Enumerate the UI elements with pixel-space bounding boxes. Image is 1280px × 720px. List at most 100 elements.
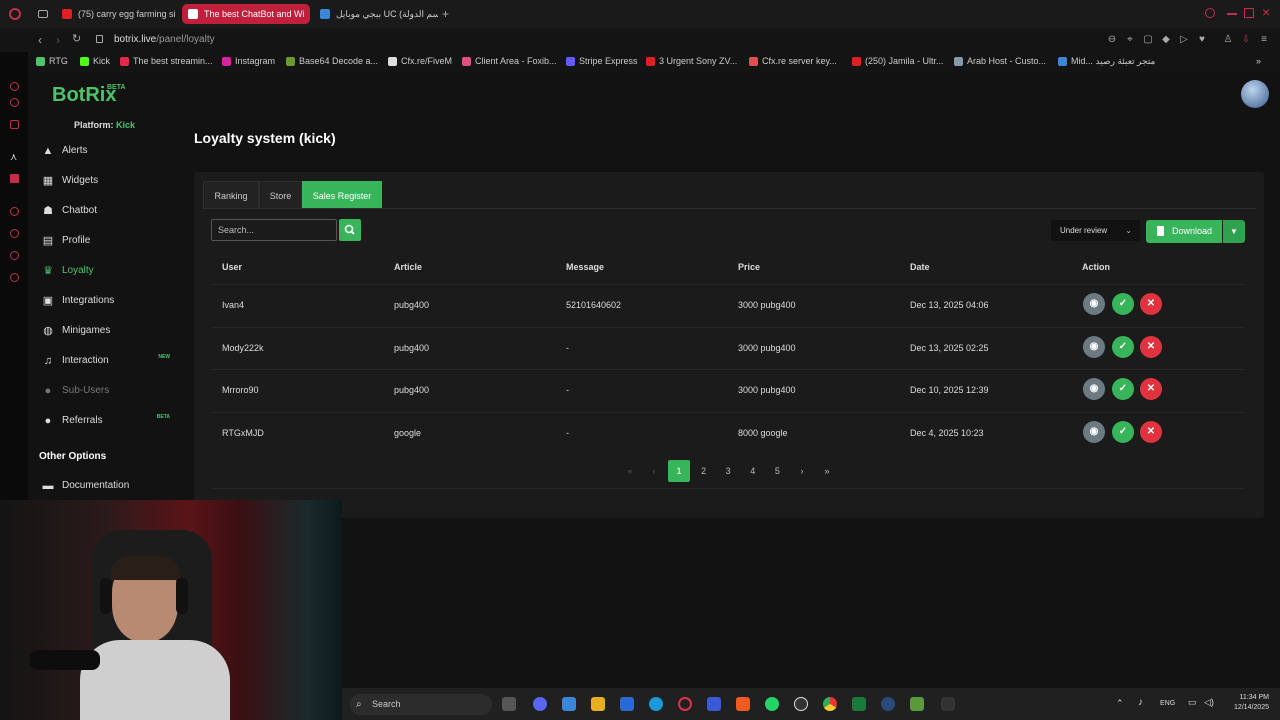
pagination-first-button[interactable]: « <box>619 460 641 482</box>
pagination-page-button[interactable]: 2 <box>693 460 715 482</box>
shield-icon[interactable]: ◆ <box>1161 35 1171 45</box>
view-button[interactable]: ◉ <box>1083 420 1105 443</box>
whatsapp-icon[interactable] <box>765 697 779 711</box>
tab-sales-register[interactable]: Sales Register <box>302 181 382 209</box>
approve-button[interactable]: ✓ <box>1112 335 1134 358</box>
bookmark-item[interactable]: Mid... متجر تعبئة رصيد <box>1058 56 1155 67</box>
sidebar-item-profile[interactable]: ▤ Profile <box>40 232 176 250</box>
sidebar-item-interaction[interactable]: ♫ Interaction NEW <box>40 352 176 370</box>
bookmark-item[interactable]: (250) Jamila - Ultr... <box>852 56 944 66</box>
view-button[interactable]: ◉ <box>1083 378 1105 400</box>
tab-store[interactable]: Store <box>259 181 302 209</box>
back-icon[interactable]: ‹ <box>38 33 42 47</box>
sidebar-item-integrations[interactable]: ▣ Integrations <box>40 292 176 310</box>
reject-button[interactable]: ✕ <box>1140 293 1162 315</box>
maximize-button[interactable] <box>1244 8 1254 18</box>
opera-icon[interactable] <box>678 697 692 711</box>
bookmark-item[interactable]: Instagram <box>222 56 275 66</box>
sidebar-icon-kick[interactable]: ⋏ <box>10 152 17 163</box>
sidebar-item-referrals[interactable]: ● Referrals BETA <box>40 412 176 430</box>
app-icon[interactable] <box>707 697 721 711</box>
brave-icon[interactable] <box>736 697 750 711</box>
search-input[interactable] <box>211 219 337 241</box>
approve-button[interactable]: ✓ <box>1112 378 1134 400</box>
sidebar-icon-3[interactable] <box>10 120 19 129</box>
new-tab-button[interactable]: + <box>442 7 449 21</box>
bookmarks-more-icon[interactable]: » <box>1256 56 1261 66</box>
play-icon[interactable]: ▷ <box>1179 35 1189 45</box>
pagination-page-button[interactable]: 4 <box>742 460 764 482</box>
edge-icon[interactable] <box>649 697 663 711</box>
bookmark-item[interactable]: Cfx.re server key... <box>749 56 837 66</box>
pin-icon[interactable]: ⌖ <box>1125 35 1135 45</box>
language-indicator[interactable]: ENG <box>1160 700 1175 707</box>
search-button[interactable] <box>339 219 361 241</box>
sidebar-item-documentation[interactable]: ▬ Documentation <box>40 477 176 495</box>
store-icon[interactable] <box>620 697 634 711</box>
bookmark-item[interactable]: 3 Urgent Sony ZV... <box>646 56 737 66</box>
microphone-icon[interactable]: ♪ <box>1138 697 1143 708</box>
bookmark-item[interactable]: Stripe Express <box>566 56 638 66</box>
sidebar-icon-history[interactable] <box>10 229 19 238</box>
reject-button[interactable]: ✕ <box>1140 335 1162 358</box>
heart-icon[interactable]: ♥ <box>1197 35 1207 45</box>
pagination-page-button[interactable]: 1 <box>668 460 690 482</box>
browser-tab-3[interactable]: ببجي موبايل UC (اسم الدولة <box>314 4 438 24</box>
account-icon[interactable]: ♙ <box>1223 35 1233 45</box>
xbox-icon[interactable] <box>852 697 866 711</box>
discord-icon[interactable] <box>533 697 547 711</box>
sidebar-item-chatbot[interactable]: ☗ Chatbot <box>40 202 176 220</box>
minimize-button[interactable] <box>1227 13 1237 15</box>
bookmark-item[interactable]: RTG <box>36 56 68 66</box>
header-avatar[interactable] <box>1241 80 1269 108</box>
browser-logo-icon[interactable] <box>9 8 21 20</box>
forward-icon[interactable]: › <box>56 33 60 47</box>
pagination-last-button[interactable]: » <box>816 460 838 482</box>
browser-tab-2-active[interactable]: The best ChatBot and Wi <box>182 4 310 24</box>
reload-icon[interactable]: ↻ <box>72 32 81 45</box>
obs-icon[interactable] <box>794 697 808 711</box>
status-filter-select[interactable]: Under review ⌄ <box>1051 220 1140 241</box>
bookmark-item[interactable]: Kick <box>80 56 110 66</box>
download-button[interactable]: Download <box>1146 220 1222 243</box>
app-icon-2[interactable] <box>910 697 924 711</box>
pagination-prev-button[interactable]: ‹ <box>643 460 665 482</box>
bookmark-item[interactable]: Client Area - Foxib... <box>462 56 557 66</box>
menu-icon[interactable]: ≡ <box>1259 35 1269 45</box>
view-button[interactable]: ◉ <box>1083 293 1105 315</box>
view-button[interactable]: ◉ <box>1083 335 1105 358</box>
task-view-icon[interactable] <box>502 697 516 711</box>
browser-tab-1[interactable]: (75) carry egg farming sin <box>56 4 176 24</box>
chrome-icon[interactable] <box>823 697 837 711</box>
tab-ranking[interactable]: Ranking <box>203 181 259 209</box>
download-icon[interactable]: ⇩ <box>1241 35 1251 45</box>
bookmark-item[interactable]: The best streamin... <box>120 56 213 66</box>
sidebar-icon-5[interactable] <box>10 251 19 260</box>
reject-button[interactable]: ✕ <box>1140 420 1162 443</box>
file-explorer-icon[interactable] <box>591 697 605 711</box>
pagination-page-button[interactable]: 3 <box>717 460 739 482</box>
url-field[interactable]: botrix.live/panel/loyalty <box>114 34 215 45</box>
sidebar-icon-twitch[interactable] <box>10 174 19 183</box>
chevron-up-icon[interactable]: ⌃ <box>1116 698 1124 709</box>
approve-button[interactable]: ✓ <box>1112 293 1134 315</box>
clock[interactable]: 11:34 PM 12/14/2025 <box>1227 693 1269 713</box>
steam-icon[interactable] <box>881 697 895 711</box>
approve-button[interactable]: ✓ <box>1112 420 1134 443</box>
terminal-icon[interactable] <box>941 697 955 711</box>
zoom-out-icon[interactable]: ⊖ <box>1107 35 1117 45</box>
taskbar-search[interactable]: ⌕ Search <box>350 694 492 715</box>
copilot-icon[interactable] <box>562 697 576 711</box>
bookmark-item[interactable]: Cfx.re/FiveM <box>388 56 452 66</box>
zoom-icon[interactable] <box>1205 8 1215 18</box>
close-window-button[interactable]: × <box>1262 4 1270 20</box>
pagination-next-button[interactable]: › <box>791 460 813 482</box>
tab-list-icon[interactable] <box>38 10 48 18</box>
pagination-page-button[interactable]: 5 <box>766 460 788 482</box>
download-options-button[interactable]: ▼ <box>1223 220 1245 243</box>
sidebar-icon-2[interactable] <box>10 98 19 107</box>
reject-button[interactable]: ✕ <box>1140 378 1162 400</box>
sidebar-item-loyalty[interactable]: ♛ Loyalty <box>40 262 176 280</box>
screenshot-icon[interactable]: ▢ <box>1143 35 1153 45</box>
sidebar-item-minigames[interactable]: ◍ Minigames <box>40 322 176 340</box>
